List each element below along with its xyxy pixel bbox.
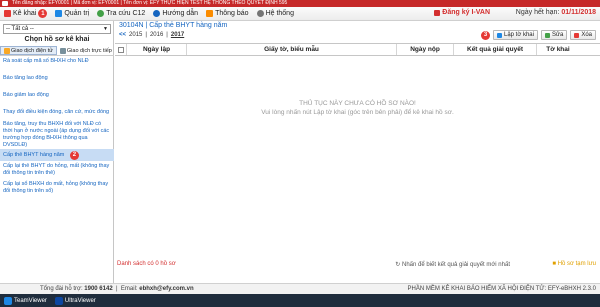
- add-document-icon: [497, 32, 502, 38]
- select-all-checkbox[interactable]: [115, 44, 127, 55]
- sidebar-item-label: Cấp thẻ BHYT hàng năm: [3, 152, 65, 158]
- title-text: Tên đăng nhập: EFY0001 | Mã đơn vị: EFY0…: [12, 0, 288, 6]
- delete-icon: [574, 32, 580, 38]
- tab-electronic[interactable]: Giao dịch điện tử: [0, 46, 57, 55]
- chevron-down-icon: ▼: [103, 26, 108, 32]
- teamviewer-icon: [4, 296, 12, 305]
- folder-icon: [4, 47, 10, 54]
- taskbar-label: TeamViewer: [14, 297, 47, 304]
- email-label: Email:: [120, 286, 138, 292]
- register-ivan-link[interactable]: Đăng ký I-VAN: [434, 9, 490, 16]
- sidebar-tabs: Giao dịch điện tử Giao dịch trực tiếp: [0, 46, 114, 56]
- year-link-2016[interactable]: 2016: [150, 32, 163, 38]
- taskbar-teamviewer[interactable]: TeamViewer: [0, 294, 51, 307]
- refresh-result-link[interactable]: ↻ Nhấn để biết kết quả giải quyết mới nh…: [395, 261, 510, 268]
- expiry-date: 01/11/2018: [561, 9, 596, 16]
- column-header[interactable]: Giấy tờ, biểu mẫu: [187, 44, 397, 55]
- button-label: Sửa: [551, 32, 564, 38]
- taskbar: TeamViewer UltraViewer: [0, 294, 600, 307]
- menu-thong-bao[interactable]: Thông báo: [202, 7, 252, 21]
- edit-button[interactable]: Sửa: [540, 30, 568, 40]
- status-bar: Tổng đài hỗ trợ: 1900 6142 | Email: ebhx…: [0, 283, 600, 294]
- support-email: ebhxh@efy.com.vn: [139, 286, 194, 292]
- sidebar-item-thay-doi[interactable]: Thay đổi điều kiện đóng, căn cứ, mức đón…: [3, 109, 111, 116]
- column-header[interactable]: Ngày lập: [127, 44, 187, 55]
- menu-label: Hệ thống: [265, 10, 294, 17]
- gear-icon: [256, 10, 264, 17]
- filter-select[interactable]: -- Tất cả -- ▼: [3, 24, 111, 34]
- records-table: Ngày lập Giấy tờ, biểu mẫu Ngày nộp Kết …: [115, 43, 600, 261]
- page-title: 30104N | Cấp thẻ BHYT hàng năm: [119, 22, 228, 29]
- document-icon: [4, 10, 11, 17]
- empty-title: THỦ TỤC NÀY CHƯA CÓ HỒ SƠ NÀO!: [299, 100, 416, 107]
- year-prev-link[interactable]: <<: [119, 32, 126, 38]
- document-icon: [59, 47, 66, 54]
- refresh-result-label: Nhấn để biết kết quả giải quyết mới nhất: [401, 262, 510, 268]
- delete-button[interactable]: Xóa: [570, 30, 596, 40]
- tab-direct[interactable]: Giao dịch trực tiếp: [57, 46, 115, 55]
- menu-label: Quản trị: [64, 10, 90, 17]
- create-form-button[interactable]: Lập tờ khai: [493, 30, 538, 40]
- list-footer: Danh sách có 0 hồ sơ ↻ Nhấn để biết kết …: [115, 259, 600, 269]
- main-panel: 30104N | Cấp thẻ BHYT hàng năm << 2015 | …: [115, 21, 600, 283]
- sidebar-heading: Chọn hồ sơ kê khai: [24, 36, 90, 43]
- step-marker-3: 3: [481, 30, 490, 40]
- button-label: Lập tờ khai: [504, 32, 534, 38]
- support-label: Tổng đài hỗ trợ:: [40, 286, 83, 292]
- menu-label: Thông báo: [215, 10, 249, 17]
- column-header[interactable]: Tờ khai: [537, 44, 579, 55]
- filter-select-value: -- Tất cả --: [6, 26, 34, 32]
- draft-legend-label: Hồ sơ tạm lưu: [557, 261, 596, 267]
- action-toolbar: 3 Lập tờ khai Sửa Xóa: [481, 30, 596, 40]
- record-count: Danh sách có 0 hồ sơ: [117, 261, 176, 267]
- register-label: Đăng ký I-VAN: [442, 9, 490, 16]
- menu-he-thong[interactable]: Hệ thống: [253, 7, 298, 21]
- year-link-2015[interactable]: 2015: [129, 32, 142, 38]
- button-label: Xóa: [581, 32, 592, 38]
- empty-hint: Vui lòng nhấn nút Lập tờ khai (góc trên …: [261, 109, 454, 116]
- sidebar: -- Tất cả -- ▼ Chọn hồ sơ kê khai Giao d…: [0, 21, 114, 283]
- table-header: Ngày lập Giấy tờ, biểu mẫu Ngày nộp Kết …: [115, 44, 600, 56]
- year-nav: << 2015 | 2016 | 2017: [119, 32, 185, 38]
- users-icon: [55, 10, 63, 17]
- menu-label: Kê khai: [13, 10, 37, 17]
- year-link-2017[interactable]: 2017: [171, 32, 184, 38]
- edit-icon: [544, 32, 550, 38]
- bell-icon: [206, 10, 214, 17]
- taskbar-label: UltraViewer: [64, 297, 96, 304]
- help-icon: [153, 10, 161, 17]
- register-icon: [434, 9, 441, 16]
- expiry-info: Ngày hết hạn: 01/11/2018: [516, 9, 596, 16]
- sidebar-item-cap-lai-the[interactable]: Cấp lại thẻ BHYT do hỏng, mất (không tha…: [3, 163, 111, 177]
- sidebar-item-bao-tang-nuoc-ngoai[interactable]: Báo tăng, truy thu BHXH đối với NLĐ có t…: [3, 121, 111, 149]
- menu-huong-dan[interactable]: Hướng dẫn: [149, 7, 202, 21]
- step-marker-2: 2: [69, 150, 79, 160]
- taskbar-ultraviewer[interactable]: UltraViewer: [51, 294, 100, 307]
- tab-label: Giao dịch trực tiếp: [66, 47, 112, 54]
- column-header[interactable]: Ngày nộp: [397, 44, 454, 55]
- ultraviewer-icon: [54, 296, 63, 305]
- search-icon: [97, 10, 105, 17]
- sidebar-item-bao-giam[interactable]: Báo giảm lao động: [3, 92, 111, 99]
- column-header[interactable]: Kết quả giải quyết: [454, 44, 537, 55]
- expiry-label: Ngày hết hạn:: [515, 9, 560, 16]
- menu-quan-tri[interactable]: Quản trị: [51, 7, 93, 21]
- tab-label: Giao dịch điện tử: [11, 47, 53, 54]
- support-phone: 1900 6142: [84, 286, 113, 292]
- sidebar-item-bao-tang[interactable]: Báo tăng lao động: [3, 75, 111, 82]
- menu-label: Tra cứu C12: [106, 10, 146, 17]
- empty-message: THỦ TỤC NÀY CHƯA CÓ HỒ SƠ NÀO! Vui lòng …: [115, 99, 600, 117]
- menu-label: Hướng dẫn: [162, 10, 199, 17]
- draft-legend: ■ Hồ sơ tạm lưu: [552, 261, 596, 267]
- menu-bar: Kê khai 1 Quản trị Tra cứu C12 Hướng dẫn…: [0, 7, 600, 21]
- sidebar-item-cap-lai-so[interactable]: Cấp lại sổ BHXH do mất, hỏng (không thay…: [3, 181, 111, 195]
- menu-tra-cuu[interactable]: Tra cứu C12: [93, 7, 149, 21]
- menu-ke-khai[interactable]: Kê khai 1: [0, 7, 51, 21]
- app-icon: [2, 1, 8, 6]
- step-marker-1: 1: [38, 9, 48, 18]
- sidebar-item-ra-soat[interactable]: Rà soát cấp mã số BHXH cho NLĐ: [3, 58, 111, 65]
- sidebar-item-cap-the-bhyt[interactable]: Cấp thẻ BHYT hàng năm 2: [0, 149, 114, 161]
